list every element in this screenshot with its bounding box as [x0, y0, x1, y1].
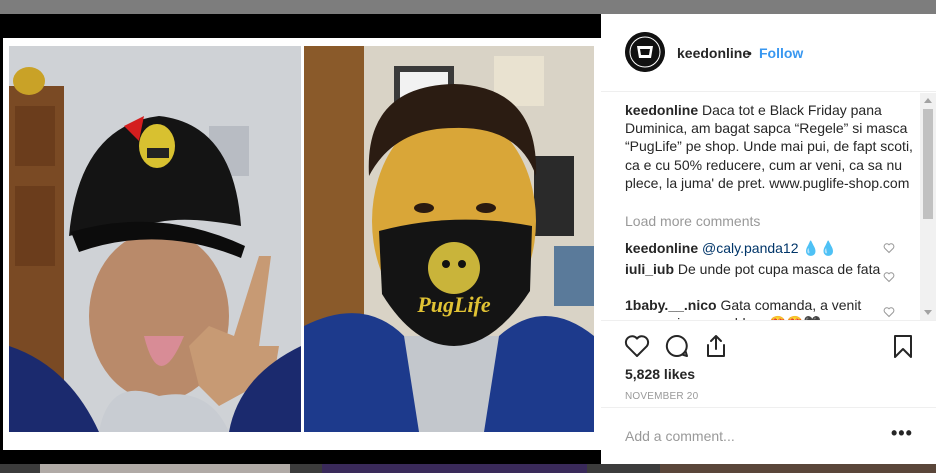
comment-mention[interactable]: @caly.panda12: [702, 240, 798, 256]
share-icon[interactable]: [703, 333, 729, 359]
scroll-up-icon[interactable]: [924, 98, 932, 103]
photo-left-cap: [9, 46, 301, 432]
add-comment-bar: •••: [601, 407, 936, 464]
comment-username[interactable]: 1baby.__.nico: [625, 297, 717, 313]
header-separator: •: [747, 45, 752, 61]
post-media: PugLife: [0, 14, 601, 464]
comment-like-heart-icon[interactable]: [883, 271, 895, 283]
comment-item: keedonline @caly.panda12 💧💧: [625, 239, 887, 257]
action-bar: [601, 320, 936, 368]
avatar[interactable]: [625, 32, 665, 72]
top-backdrop: [0, 0, 936, 14]
next-posts-strip: [0, 464, 936, 473]
comment-username[interactable]: iuli_iub: [625, 261, 674, 277]
comment-username[interactable]: keedonline: [625, 240, 698, 256]
comment-input[interactable]: [625, 426, 875, 446]
bookmark-icon[interactable]: [890, 333, 916, 359]
comment-item: 1baby.__.nico Gata comanda, a venit masc…: [625, 296, 887, 320]
comment-text: 💧💧: [798, 240, 838, 256]
likes-count[interactable]: 5,828 likes: [625, 366, 695, 382]
comment-icon[interactable]: [664, 333, 690, 359]
comments-scrollbar[interactable]: [920, 93, 936, 320]
post-date[interactable]: NOVEMBER 20: [625, 391, 698, 402]
heart-icon[interactable]: [624, 333, 650, 359]
more-options-button[interactable]: •••: [891, 423, 913, 444]
comment-item: iuli_iub De unde pot cupa masca de fata: [625, 260, 887, 278]
caption-username[interactable]: keedonline: [625, 102, 698, 118]
photo-frame: PugLife: [3, 38, 601, 450]
comments-list: keedonline Daca tot e Black Friday pana …: [601, 93, 936, 320]
mask-text: PugLife: [416, 292, 491, 317]
scroll-down-icon[interactable]: [924, 310, 932, 315]
post-panel: keedonline • Follow keedonline Daca tot …: [601, 14, 936, 464]
scrollbar-thumb[interactable]: [923, 109, 933, 219]
post-header: keedonline • Follow: [601, 14, 936, 92]
comment-text: De unde pot cupa masca de fata: [677, 261, 881, 277]
follow-button[interactable]: Follow: [759, 45, 803, 61]
post-caption: keedonline Daca tot e Black Friday pana …: [625, 101, 915, 192]
comment-like-heart-icon[interactable]: [883, 306, 895, 318]
header-username[interactable]: keedonline: [677, 45, 750, 61]
photo-right-mask: PugLife: [304, 46, 594, 432]
comment-like-heart-icon[interactable]: [883, 242, 895, 254]
load-more-comments-button[interactable]: Load more comments: [625, 213, 760, 229]
